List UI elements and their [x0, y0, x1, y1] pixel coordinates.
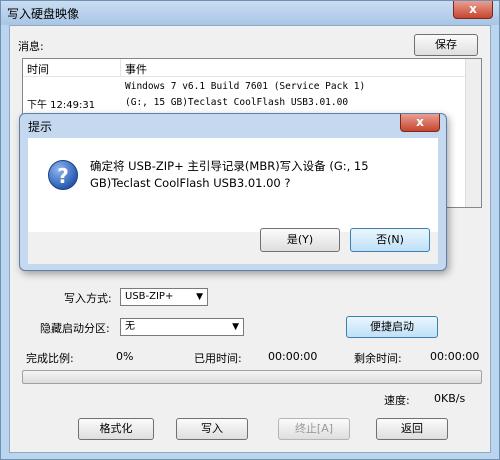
dialog-footer: 是(Y) 否(N) [28, 228, 438, 264]
column-time: 时间 [27, 63, 49, 76]
window-close-button[interactable]: x [453, 1, 493, 19]
log-row-2-event: (G:, 15 GB)Teclast CoolFlash USB3.01.00 [125, 97, 349, 108]
back-button[interactable]: 返回 [376, 418, 448, 440]
log-row-1-event: Windows 7 v6.1 Build 7601 (Service Pack … [125, 81, 366, 92]
elapsed-time-value: 00:00:00 [268, 350, 318, 363]
complete-ratio-label: 完成比例: [26, 352, 74, 365]
yes-button[interactable]: 是(Y) [260, 228, 340, 252]
write-progress-bar [22, 370, 482, 384]
write-mode-value: USB-ZIP+ [125, 291, 174, 302]
elapsed-time-label: 已用时间: [194, 352, 242, 365]
remaining-time-label: 剩余时间: [354, 352, 402, 365]
hidden-partition-label: 隐藏启动分区: [40, 322, 110, 335]
write-mode-select[interactable]: USB-ZIP+ ▼ [120, 288, 208, 306]
save-button[interactable]: 保存 [414, 34, 478, 56]
dialog-title: 提示 [28, 120, 53, 134]
quick-boot-button[interactable]: 便捷启动 [346, 316, 438, 338]
log-scrollbar[interactable] [465, 59, 481, 207]
chevron-down-icon: ▼ [232, 322, 239, 332]
speed-label: 速度: [384, 394, 410, 407]
chevron-down-icon: ▼ [196, 292, 203, 302]
no-button[interactable]: 否(N) [350, 228, 430, 252]
log-row-2-time: 下午 12:49:31 [27, 100, 96, 111]
write-mode-label: 写入方式: [64, 292, 112, 305]
question-icon: ? [48, 160, 78, 190]
speed-value: 0KB/s [434, 392, 466, 405]
dialog-close-button[interactable]: x [400, 114, 440, 132]
stop-button[interactable]: 终止[A] [278, 418, 350, 440]
complete-ratio-value: 0% [116, 350, 134, 363]
dialog-body: ? 确定将 USB-ZIP+ 主引导记录(MBR)写入设备 (G:, 15 GB… [28, 138, 438, 232]
hidden-partition-value: 无 [125, 321, 135, 332]
remaining-time-value: 00:00:00 [430, 350, 480, 363]
write-button[interactable]: 写入 [176, 418, 248, 440]
log-header: 时间 事件 [23, 59, 481, 77]
hidden-partition-select[interactable]: 无 ▼ [120, 318, 244, 336]
column-event: 事件 [125, 63, 147, 76]
window-title: 写入硬盘映像 [7, 7, 80, 21]
confirm-dialog: 提示 x ? 确定将 USB-ZIP+ 主引导记录(MBR)写入设备 (G:, … [19, 113, 447, 271]
title-bar[interactable]: 写入硬盘映像 x [1, 1, 499, 25]
write-disk-image-window: 写入硬盘映像 x 消息: 保存 时间 事件 Windows 7 v6.1 Bui… [0, 0, 500, 460]
dialog-message: 确定将 USB-ZIP+ 主引导记录(MBR)写入设备 (G:, 15 GB)T… [90, 159, 369, 190]
message-label: 消息: [18, 40, 44, 53]
format-button[interactable]: 格式化 [78, 418, 154, 440]
